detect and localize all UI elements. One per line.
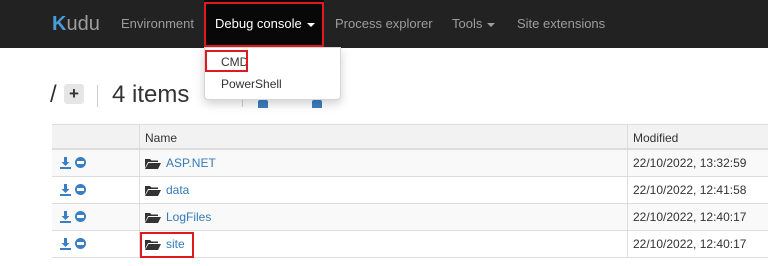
add-button[interactable]: + xyxy=(64,84,84,104)
folder-link-site[interactable]: site xyxy=(166,237,185,251)
folder-open-icon xyxy=(145,186,161,196)
modified-date: 22/10/2022, 13:32:59 xyxy=(633,156,747,170)
remove-icon[interactable] xyxy=(75,211,86,222)
nav-environment[interactable]: Environment xyxy=(121,0,194,48)
table-row: LogFiles 22/10/2022, 12:40:17 xyxy=(52,204,768,231)
download-icon[interactable] xyxy=(60,211,71,223)
brand-logo[interactable]: Kudu xyxy=(52,12,100,36)
path-root[interactable]: / xyxy=(50,80,57,110)
column-header-modified[interactable]: Modified xyxy=(633,131,678,145)
refresh-icon[interactable] xyxy=(312,100,322,108)
column-header-name[interactable]: Name xyxy=(145,131,177,145)
folder-link-aspnet[interactable]: ASP.NET xyxy=(166,156,216,170)
remove-icon[interactable] xyxy=(75,157,86,168)
menu-item-powershell[interactable]: PowerShell xyxy=(221,77,282,91)
brand-letter: K xyxy=(52,13,67,35)
caret-down-icon xyxy=(306,22,315,27)
folder-open-icon xyxy=(145,240,161,250)
divider xyxy=(97,85,98,107)
remove-icon[interactable] xyxy=(75,238,86,249)
table-row: site 22/10/2022, 12:40:17 xyxy=(52,231,768,258)
download-icon[interactable] xyxy=(60,238,71,250)
table-row: data 22/10/2022, 12:41:58 xyxy=(52,177,768,204)
upload-icon[interactable] xyxy=(258,100,268,108)
nav-debug-console-label: Debug console xyxy=(215,16,302,31)
download-icon[interactable] xyxy=(60,184,71,196)
menu-item-cmd[interactable]: CMD xyxy=(221,55,248,69)
top-navbar: Kudu Environment Debug console Process e… xyxy=(0,0,768,48)
nav-tools-label: Tools xyxy=(452,16,483,31)
items-count: 4 items xyxy=(112,81,190,108)
folder-link-data[interactable]: data xyxy=(166,183,189,197)
table-row: ASP.NET 22/10/2022, 13:32:59 xyxy=(52,150,768,177)
remove-icon[interactable] xyxy=(75,184,86,195)
column-divider xyxy=(627,124,628,258)
folder-link-logfiles[interactable]: LogFiles xyxy=(166,210,211,224)
brand-text: udu xyxy=(66,13,100,35)
debug-console-dropdown: CMD PowerShell xyxy=(204,47,341,100)
table-header: Name Modified xyxy=(52,124,768,150)
modified-date: 22/10/2022, 12:40:17 xyxy=(633,210,747,224)
modified-date: 22/10/2022, 12:41:58 xyxy=(633,183,747,197)
column-divider xyxy=(139,124,140,258)
nav-process-explorer[interactable]: Process explorer xyxy=(335,0,433,48)
nav-site-extensions[interactable]: Site extensions xyxy=(517,0,605,48)
nav-tools[interactable]: Tools xyxy=(452,0,496,48)
modified-date: 22/10/2022, 12:40:17 xyxy=(633,237,747,251)
download-icon[interactable] xyxy=(60,157,71,169)
folder-open-icon xyxy=(145,159,161,169)
folder-open-icon xyxy=(145,213,161,223)
caret-down-icon xyxy=(487,22,496,27)
nav-debug-console[interactable]: Debug console xyxy=(204,0,324,48)
